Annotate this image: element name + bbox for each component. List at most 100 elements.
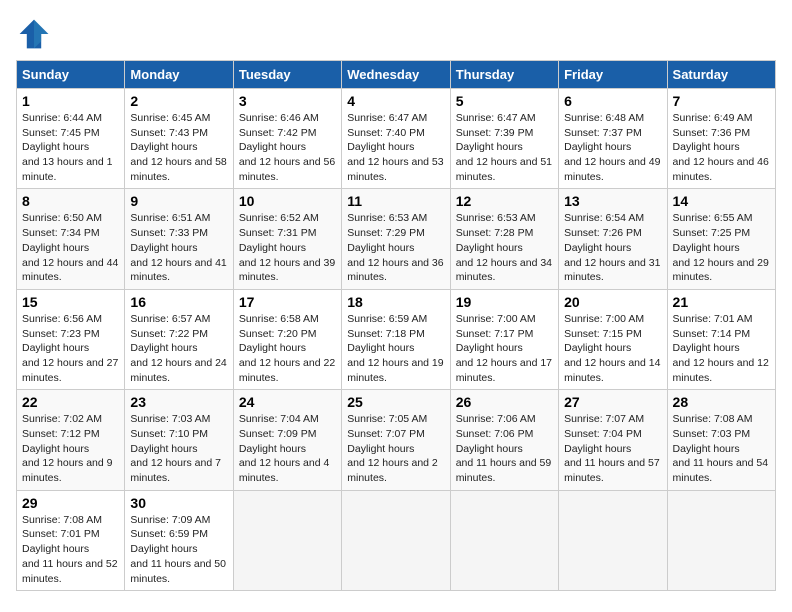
day-info: Sunrise: 6:53 AMSunset: 7:29 PMDaylight … xyxy=(347,212,443,283)
calendar-cell: 3 Sunrise: 6:46 AMSunset: 7:42 PMDayligh… xyxy=(233,89,341,189)
day-number: 3 xyxy=(239,93,336,109)
day-info: Sunrise: 7:00 AMSunset: 7:15 PMDaylight … xyxy=(564,313,660,384)
day-number: 19 xyxy=(456,294,553,310)
day-info: Sunrise: 7:03 AMSunset: 7:10 PMDaylight … xyxy=(130,413,221,484)
page-header xyxy=(16,16,776,52)
calendar-cell: 23 Sunrise: 7:03 AMSunset: 7:10 PMDaylig… xyxy=(125,390,233,490)
col-header-monday: Monday xyxy=(125,61,233,89)
calendar-cell: 26 Sunrise: 7:06 AMSunset: 7:06 PMDaylig… xyxy=(450,390,558,490)
day-number: 10 xyxy=(239,193,336,209)
day-number: 11 xyxy=(347,193,444,209)
calendar-cell: 22 Sunrise: 7:02 AMSunset: 7:12 PMDaylig… xyxy=(17,390,125,490)
day-info: Sunrise: 6:57 AMSunset: 7:22 PMDaylight … xyxy=(130,313,226,384)
calendar-cell: 2 Sunrise: 6:45 AMSunset: 7:43 PMDayligh… xyxy=(125,89,233,189)
calendar-cell: 24 Sunrise: 7:04 AMSunset: 7:09 PMDaylig… xyxy=(233,390,341,490)
day-number: 20 xyxy=(564,294,661,310)
calendar-cell xyxy=(233,490,341,590)
calendar-cell xyxy=(667,490,775,590)
col-header-wednesday: Wednesday xyxy=(342,61,450,89)
calendar-cell: 18 Sunrise: 6:59 AMSunset: 7:18 PMDaylig… xyxy=(342,289,450,389)
calendar-table: SundayMondayTuesdayWednesdayThursdayFrid… xyxy=(16,60,776,591)
day-info: Sunrise: 7:08 AMSunset: 7:03 PMDaylight … xyxy=(673,413,769,484)
day-info: Sunrise: 7:04 AMSunset: 7:09 PMDaylight … xyxy=(239,413,330,484)
col-header-tuesday: Tuesday xyxy=(233,61,341,89)
day-info: Sunrise: 6:59 AMSunset: 7:18 PMDaylight … xyxy=(347,313,443,384)
day-info: Sunrise: 6:56 AMSunset: 7:23 PMDaylight … xyxy=(22,313,118,384)
calendar-cell: 15 Sunrise: 6:56 AMSunset: 7:23 PMDaylig… xyxy=(17,289,125,389)
day-number: 14 xyxy=(673,193,770,209)
day-number: 8 xyxy=(22,193,119,209)
calendar-week-row: 22 Sunrise: 7:02 AMSunset: 7:12 PMDaylig… xyxy=(17,390,776,490)
day-number: 25 xyxy=(347,394,444,410)
day-info: Sunrise: 6:55 AMSunset: 7:25 PMDaylight … xyxy=(673,212,769,283)
day-info: Sunrise: 6:54 AMSunset: 7:26 PMDaylight … xyxy=(564,212,660,283)
calendar-cell: 6 Sunrise: 6:48 AMSunset: 7:37 PMDayligh… xyxy=(559,89,667,189)
day-number: 15 xyxy=(22,294,119,310)
day-number: 1 xyxy=(22,93,119,109)
day-info: Sunrise: 7:05 AMSunset: 7:07 PMDaylight … xyxy=(347,413,438,484)
col-header-friday: Friday xyxy=(559,61,667,89)
calendar-week-row: 29 Sunrise: 7:08 AMSunset: 7:01 PMDaylig… xyxy=(17,490,776,590)
day-info: Sunrise: 7:09 AMSunset: 6:59 PMDaylight … xyxy=(130,514,226,585)
calendar-cell: 25 Sunrise: 7:05 AMSunset: 7:07 PMDaylig… xyxy=(342,390,450,490)
day-info: Sunrise: 7:06 AMSunset: 7:06 PMDaylight … xyxy=(456,413,552,484)
day-number: 2 xyxy=(130,93,227,109)
day-info: Sunrise: 7:00 AMSunset: 7:17 PMDaylight … xyxy=(456,313,552,384)
calendar-cell: 14 Sunrise: 6:55 AMSunset: 7:25 PMDaylig… xyxy=(667,189,775,289)
day-number: 17 xyxy=(239,294,336,310)
day-number: 4 xyxy=(347,93,444,109)
col-header-sunday: Sunday xyxy=(17,61,125,89)
calendar-cell: 11 Sunrise: 6:53 AMSunset: 7:29 PMDaylig… xyxy=(342,189,450,289)
col-header-saturday: Saturday xyxy=(667,61,775,89)
calendar-cell: 13 Sunrise: 6:54 AMSunset: 7:26 PMDaylig… xyxy=(559,189,667,289)
calendar-cell: 7 Sunrise: 6:49 AMSunset: 7:36 PMDayligh… xyxy=(667,89,775,189)
calendar-cell: 30 Sunrise: 7:09 AMSunset: 6:59 PMDaylig… xyxy=(125,490,233,590)
day-info: Sunrise: 7:02 AMSunset: 7:12 PMDaylight … xyxy=(22,413,113,484)
calendar-cell: 17 Sunrise: 6:58 AMSunset: 7:20 PMDaylig… xyxy=(233,289,341,389)
calendar-cell: 19 Sunrise: 7:00 AMSunset: 7:17 PMDaylig… xyxy=(450,289,558,389)
day-info: Sunrise: 6:45 AMSunset: 7:43 PMDaylight … xyxy=(130,112,226,183)
day-number: 16 xyxy=(130,294,227,310)
calendar-cell: 8 Sunrise: 6:50 AMSunset: 7:34 PMDayligh… xyxy=(17,189,125,289)
calendar-week-row: 8 Sunrise: 6:50 AMSunset: 7:34 PMDayligh… xyxy=(17,189,776,289)
calendar-cell xyxy=(559,490,667,590)
calendar-cell: 9 Sunrise: 6:51 AMSunset: 7:33 PMDayligh… xyxy=(125,189,233,289)
day-info: Sunrise: 6:46 AMSunset: 7:42 PMDaylight … xyxy=(239,112,335,183)
day-info: Sunrise: 6:52 AMSunset: 7:31 PMDaylight … xyxy=(239,212,335,283)
calendar-cell: 21 Sunrise: 7:01 AMSunset: 7:14 PMDaylig… xyxy=(667,289,775,389)
day-info: Sunrise: 6:58 AMSunset: 7:20 PMDaylight … xyxy=(239,313,335,384)
day-number: 22 xyxy=(22,394,119,410)
day-info: Sunrise: 7:08 AMSunset: 7:01 PMDaylight … xyxy=(22,514,118,585)
day-info: Sunrise: 6:47 AMSunset: 7:40 PMDaylight … xyxy=(347,112,443,183)
calendar-cell: 5 Sunrise: 6:47 AMSunset: 7:39 PMDayligh… xyxy=(450,89,558,189)
logo xyxy=(16,16,58,52)
day-info: Sunrise: 6:49 AMSunset: 7:36 PMDaylight … xyxy=(673,112,769,183)
day-number: 9 xyxy=(130,193,227,209)
day-number: 30 xyxy=(130,495,227,511)
day-info: Sunrise: 6:50 AMSunset: 7:34 PMDaylight … xyxy=(22,212,118,283)
calendar-cell: 4 Sunrise: 6:47 AMSunset: 7:40 PMDayligh… xyxy=(342,89,450,189)
day-info: Sunrise: 6:53 AMSunset: 7:28 PMDaylight … xyxy=(456,212,552,283)
calendar-cell: 12 Sunrise: 6:53 AMSunset: 7:28 PMDaylig… xyxy=(450,189,558,289)
day-number: 18 xyxy=(347,294,444,310)
calendar-cell: 28 Sunrise: 7:08 AMSunset: 7:03 PMDaylig… xyxy=(667,390,775,490)
calendar-cell: 10 Sunrise: 6:52 AMSunset: 7:31 PMDaylig… xyxy=(233,189,341,289)
logo-icon xyxy=(16,16,52,52)
day-info: Sunrise: 7:01 AMSunset: 7:14 PMDaylight … xyxy=(673,313,769,384)
calendar-week-row: 1 Sunrise: 6:44 AMSunset: 7:45 PMDayligh… xyxy=(17,89,776,189)
day-number: 6 xyxy=(564,93,661,109)
day-number: 27 xyxy=(564,394,661,410)
calendar-cell xyxy=(450,490,558,590)
day-number: 29 xyxy=(22,495,119,511)
calendar-week-row: 15 Sunrise: 6:56 AMSunset: 7:23 PMDaylig… xyxy=(17,289,776,389)
calendar-cell: 27 Sunrise: 7:07 AMSunset: 7:04 PMDaylig… xyxy=(559,390,667,490)
col-header-thursday: Thursday xyxy=(450,61,558,89)
calendar-cell: 20 Sunrise: 7:00 AMSunset: 7:15 PMDaylig… xyxy=(559,289,667,389)
day-info: Sunrise: 6:51 AMSunset: 7:33 PMDaylight … xyxy=(130,212,226,283)
calendar-cell: 29 Sunrise: 7:08 AMSunset: 7:01 PMDaylig… xyxy=(17,490,125,590)
day-number: 21 xyxy=(673,294,770,310)
day-number: 7 xyxy=(673,93,770,109)
day-info: Sunrise: 6:44 AMSunset: 7:45 PMDaylight … xyxy=(22,112,113,183)
day-number: 28 xyxy=(673,394,770,410)
day-number: 23 xyxy=(130,394,227,410)
